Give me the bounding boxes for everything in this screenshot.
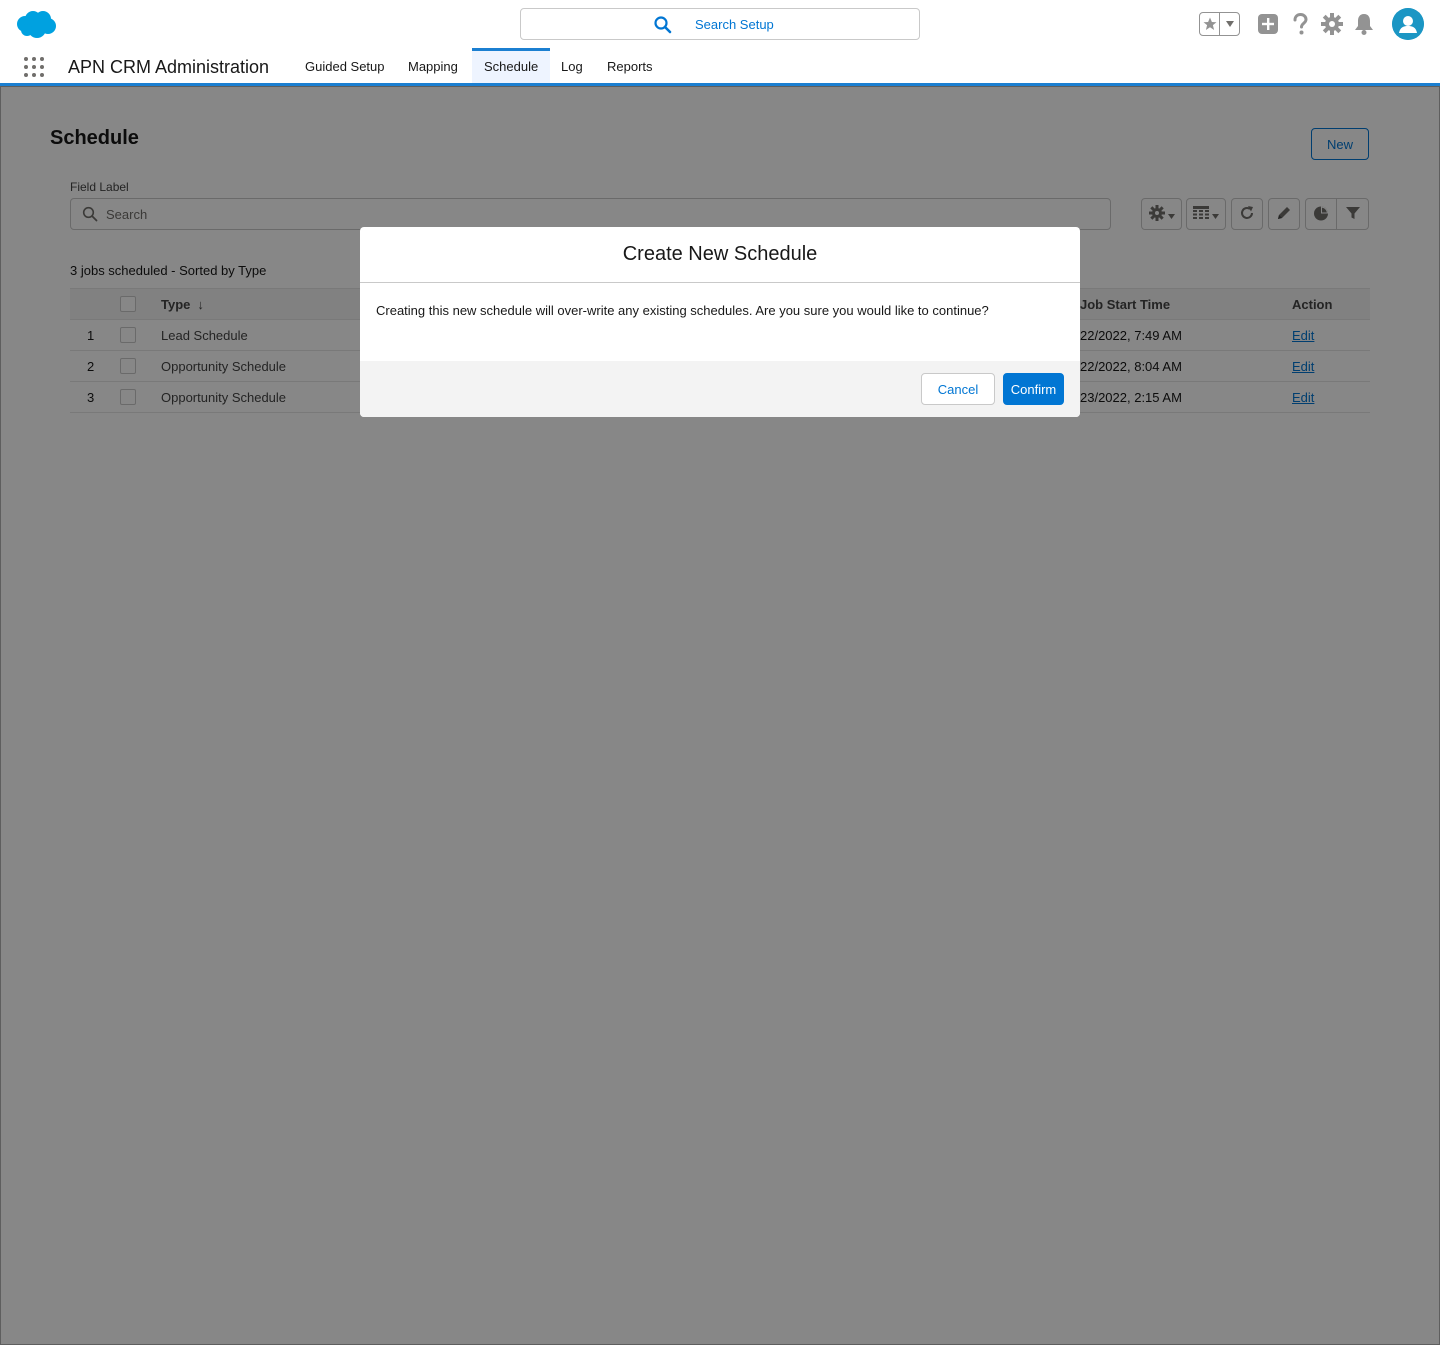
tab-log[interactable]: Log (549, 48, 595, 83)
app-navigation-bar: APN CRM Administration Guided Setup Mapp… (0, 48, 1440, 86)
app-name: APN CRM Administration (68, 57, 270, 77)
create-schedule-modal: Create New Schedule Creating this new sc… (360, 227, 1080, 417)
tab-reports[interactable]: Reports (595, 48, 665, 83)
favorites-star-icon[interactable] (1200, 13, 1219, 35)
app-launcher-icon[interactable] (24, 57, 44, 77)
salesforce-cloud-logo[interactable] (15, 9, 57, 39)
tab-mapping[interactable]: Mapping (396, 48, 470, 83)
help-icon[interactable] (1288, 12, 1312, 36)
modal-title: Create New Schedule (622, 243, 818, 265)
tab-guided-setup[interactable]: Guided Setup (293, 48, 397, 83)
modal-body: Creating this new schedule will over-wri… (360, 283, 1080, 361)
tab-schedule[interactable]: Schedule (472, 48, 551, 83)
setup-search-input[interactable]: Search Setup (520, 8, 920, 40)
avatar-icon[interactable] (1392, 8, 1424, 40)
cancel-button[interactable]: Cancel (921, 373, 995, 405)
modal-footer: Cancel Confirm (360, 361, 1080, 417)
confirm-button[interactable]: Confirm (1003, 373, 1064, 405)
add-icon[interactable] (1256, 12, 1280, 36)
search-icon (653, 15, 673, 35)
modal-header: Create New Schedule (360, 227, 1080, 283)
modal-message: Creating this new schedule will over-wri… (376, 303, 989, 318)
setup-search-placeholder: Search Setup (695, 17, 774, 32)
global-header: Search Setup (0, 0, 1440, 48)
favorites-button[interactable] (1199, 12, 1240, 36)
notifications-bell-icon[interactable] (1352, 12, 1376, 36)
favorites-menu-chevron-icon[interactable] (1219, 13, 1239, 35)
setup-gear-icon[interactable] (1320, 12, 1344, 36)
